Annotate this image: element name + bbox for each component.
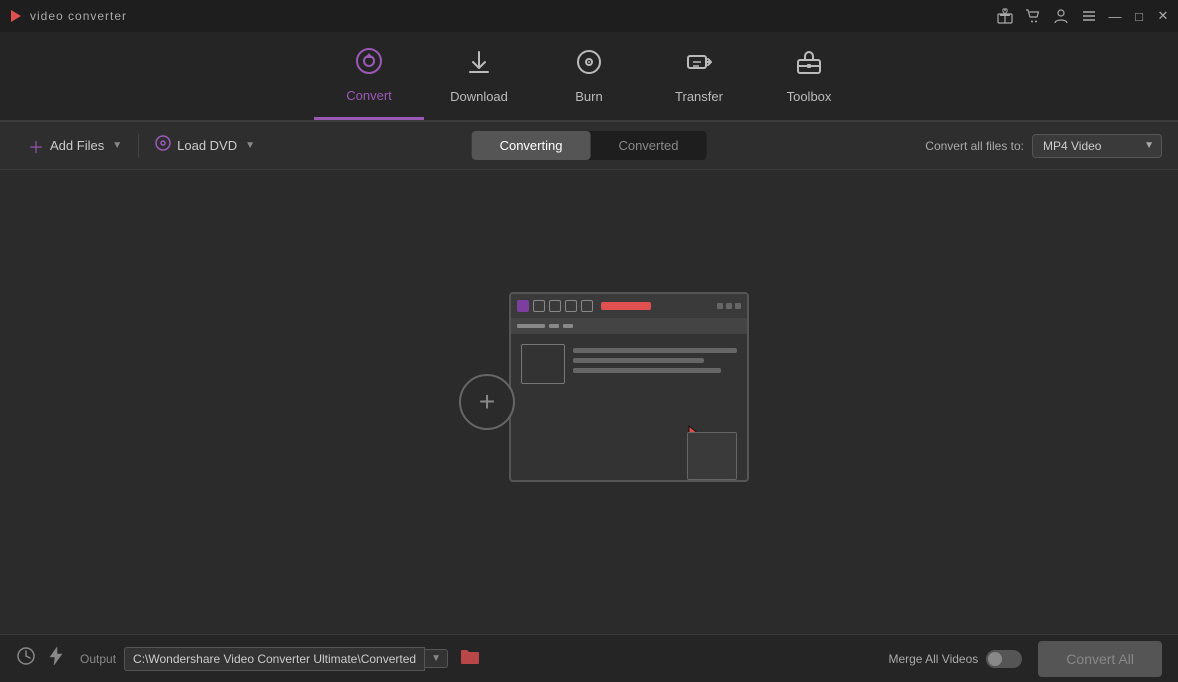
- gift-icon[interactable]: [996, 7, 1014, 25]
- transfer-icon: [685, 48, 713, 83]
- app-logo-icon: [8, 8, 24, 24]
- burn-icon: [575, 48, 603, 83]
- nav-item-burn[interactable]: Burn: [534, 32, 644, 120]
- nav-label-burn: Burn: [575, 89, 602, 104]
- minimize-button[interactable]: —: [1108, 9, 1122, 23]
- browser-mockup: [509, 292, 749, 482]
- merge-toggle[interactable]: [986, 650, 1022, 668]
- browser-text-lines: [573, 348, 737, 384]
- merge-label: Merge All Videos: [888, 652, 978, 666]
- toolbar: ＋ Add Files ▼ Load DVD ▼ Converting Conv…: [0, 122, 1178, 170]
- convert-all-files-label: Convert all files to:: [925, 139, 1024, 153]
- title-controls: — □ ✕: [996, 7, 1170, 25]
- browser-tab-2: [549, 300, 561, 312]
- browser-thumbnail: [521, 344, 565, 384]
- convert-icon: [355, 47, 383, 82]
- add-files-circle-button[interactable]: [459, 374, 515, 430]
- browser-tab-1: [533, 300, 545, 312]
- nav-label-transfer: Transfer: [675, 89, 723, 104]
- bottom-bar: Output C:\Wondershare Video Converter Ul…: [0, 634, 1178, 682]
- browser-url-bar: [601, 302, 651, 310]
- main-content: [0, 170, 1178, 634]
- toolbox-icon: [795, 48, 823, 83]
- format-select-wrapper: MP4 Video MKV Video AVI Video MOV Video …: [1032, 134, 1162, 158]
- browser-tab-3: [565, 300, 577, 312]
- toolbar-item-2: [549, 324, 559, 328]
- output-path: C:\Wondershare Video Converter Ultimate\…: [124, 647, 425, 671]
- browser-content: [511, 334, 747, 394]
- title-bar: video converter: [0, 0, 1178, 32]
- toolbar-divider-1: [138, 134, 139, 158]
- drop-zone-illustration[interactable]: [429, 292, 749, 512]
- tab-converted[interactable]: Converted: [590, 131, 706, 160]
- load-dvd-label: Load DVD: [177, 138, 237, 153]
- nav-item-transfer[interactable]: Transfer: [644, 32, 754, 120]
- user-icon[interactable]: [1052, 7, 1070, 25]
- load-dvd-button[interactable]: Load DVD ▼: [143, 129, 267, 162]
- title-left: video converter: [8, 8, 127, 24]
- convert-all-button[interactable]: Convert All: [1038, 641, 1162, 677]
- tab-converting[interactable]: Converting: [472, 131, 591, 160]
- download-icon: [465, 48, 493, 83]
- maximize-button[interactable]: □: [1132, 9, 1146, 23]
- merge-toggle-knob: [988, 652, 1002, 666]
- output-label: Output: [80, 652, 116, 666]
- convert-all-files-section: Convert all files to: MP4 Video MKV Vide…: [925, 134, 1162, 158]
- add-files-button[interactable]: ＋ Add Files ▼: [16, 128, 134, 164]
- cart-icon[interactable]: [1024, 7, 1042, 25]
- browser-topbar: [511, 294, 747, 318]
- text-line-1: [573, 348, 737, 353]
- lightning-icon[interactable]: [48, 646, 64, 671]
- text-line-3: [573, 368, 721, 373]
- nav-label-download: Download: [450, 89, 508, 104]
- nav-items: Convert Download Burn: [314, 32, 864, 120]
- nav-item-convert[interactable]: Convert: [314, 32, 424, 120]
- nav-item-download[interactable]: Download: [424, 32, 534, 120]
- load-dvd-arrow-icon[interactable]: ▼: [245, 140, 255, 151]
- browser-tab-active: [517, 300, 529, 312]
- browser-tab-4: [581, 300, 593, 312]
- output-path-dropdown[interactable]: ▼: [425, 649, 448, 668]
- load-dvd-icon: [155, 135, 171, 156]
- nav-item-toolbox[interactable]: Toolbox: [754, 32, 864, 120]
- toolbar-item-1: [517, 324, 545, 328]
- add-files-icon: ＋: [28, 134, 44, 158]
- add-files-arrow-icon[interactable]: ▼: [112, 140, 122, 151]
- toolbar-item-3: [563, 324, 573, 328]
- close-button[interactable]: ✕: [1156, 9, 1170, 23]
- add-files-label: Add Files: [50, 138, 104, 153]
- folder-icon[interactable]: [460, 647, 480, 670]
- browser-inner-toolbar: [511, 318, 747, 334]
- floating-window: [687, 432, 737, 480]
- app-title: video converter: [30, 9, 127, 23]
- text-line-2: [573, 358, 704, 363]
- clock-icon[interactable]: [16, 646, 36, 671]
- nav-label-convert: Convert: [346, 88, 392, 103]
- output-section: Output C:\Wondershare Video Converter Ul…: [16, 646, 888, 671]
- menu-icon[interactable]: [1080, 7, 1098, 25]
- tabs-container: Converting Converted: [472, 131, 707, 160]
- merge-section: Merge All Videos: [888, 650, 1022, 668]
- nav-bar: Convert Download Burn: [0, 32, 1178, 122]
- format-select[interactable]: MP4 Video MKV Video AVI Video MOV Video: [1032, 134, 1162, 158]
- nav-label-toolbox: Toolbox: [787, 89, 832, 104]
